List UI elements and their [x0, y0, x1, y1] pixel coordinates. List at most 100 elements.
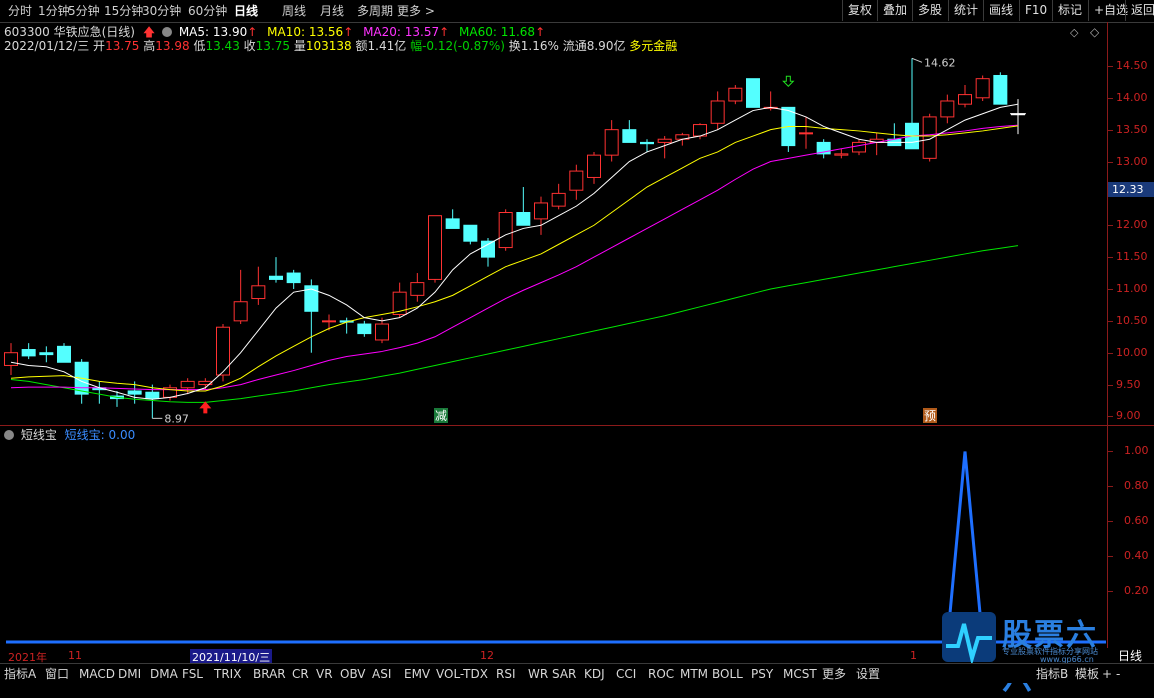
- indicator-tick-mark: [1108, 555, 1113, 557]
- indicator-tab-11[interactable]: ASI: [372, 666, 391, 682]
- candle[interactable]: [993, 72, 1008, 105]
- candle-body: [410, 282, 425, 296]
- candle[interactable]: [410, 273, 425, 302]
- candle[interactable]: [551, 183, 566, 210]
- candle[interactable]: [251, 266, 266, 305]
- period-tab-4[interactable]: 30分钟: [142, 3, 181, 19]
- bottom-right-control-2[interactable]: +: [1102, 666, 1112, 682]
- indicator-tab-5[interactable]: FSL: [182, 666, 203, 682]
- indicator-tab-25[interactable]: 设置: [856, 666, 880, 682]
- indicator-tab-10[interactable]: OBV: [340, 666, 366, 682]
- indicator-tab-0[interactable]: 指标A: [4, 666, 36, 682]
- candle[interactable]: [604, 120, 619, 162]
- toolbar-button-1[interactable]: 叠加: [877, 0, 912, 21]
- candle[interactable]: [375, 317, 389, 344]
- toolbar-button-5[interactable]: F10: [1019, 0, 1052, 21]
- period-tab-5[interactable]: 60分钟: [188, 3, 227, 19]
- indicator-tab-23[interactable]: MCST: [783, 666, 817, 682]
- indicator-tab-1[interactable]: 窗口: [45, 666, 69, 682]
- candle[interactable]: [869, 132, 884, 156]
- candle[interactable]: [498, 209, 513, 251]
- toolbar-button-0[interactable]: 复权: [842, 0, 877, 21]
- indicator-tab-15[interactable]: WR: [528, 666, 548, 682]
- toolbar-button-8[interactable]: 返回: [1125, 0, 1154, 21]
- candle[interactable]: [587, 151, 601, 184]
- period-tab-0[interactable]: 分时: [8, 3, 32, 19]
- candle-body: [551, 192, 566, 207]
- candle[interactable]: [286, 269, 301, 289]
- candle[interactable]: [57, 343, 71, 363]
- indicator-tab-18[interactable]: CCI: [616, 666, 636, 682]
- candle[interactable]: [339, 317, 354, 334]
- candle[interactable]: [852, 139, 866, 156]
- scroll-right-icon[interactable]: ◇: [1090, 25, 1099, 39]
- period-tab-10[interactable]: 更多 >: [397, 3, 435, 19]
- expand-diamond-icon[interactable]: ◇: [1070, 26, 1078, 39]
- indicator-tab-21[interactable]: BOLL: [712, 666, 743, 682]
- candle[interactable]: [975, 75, 990, 101]
- indicator-tab-4[interactable]: DMA: [150, 666, 178, 682]
- indicator-tick-4: 0.20: [1124, 583, 1149, 597]
- candle[interactable]: [622, 120, 637, 143]
- candle[interactable]: [516, 187, 531, 226]
- period-tab-1[interactable]: 1分钟: [38, 3, 70, 19]
- indicator-tab-7[interactable]: BRAR: [253, 666, 286, 682]
- candle[interactable]: [445, 209, 460, 229]
- indicator-tab-14[interactable]: RSI: [496, 666, 516, 682]
- bottom-right-control-3[interactable]: -: [1116, 666, 1120, 682]
- indicator-tab-22[interactable]: PSY: [751, 666, 773, 682]
- candle[interactable]: [534, 196, 548, 235]
- indicator-tab-6[interactable]: TRIX: [214, 666, 241, 682]
- candle[interactable]: [357, 320, 372, 337]
- candle[interactable]: [233, 269, 248, 325]
- bottom-right-control-1[interactable]: 模板: [1075, 666, 1099, 682]
- candle[interactable]: [940, 94, 955, 124]
- candle[interactable]: [799, 116, 813, 149]
- period-tab-6[interactable]: 日线: [234, 3, 258, 19]
- bottom-right-control-0[interactable]: 指标B: [1036, 666, 1068, 682]
- price-chart[interactable]: 14.62 8.97 减 预: [0, 50, 1108, 426]
- indicator-tab-9[interactable]: VR: [316, 666, 333, 682]
- candle[interactable]: [781, 106, 796, 152]
- candle[interactable]: [958, 85, 972, 108]
- indicator-tab-3[interactable]: DMI: [118, 666, 141, 682]
- indicator-tab-13[interactable]: VOL-TDX: [436, 666, 488, 682]
- candle[interactable]: [746, 78, 760, 108]
- indicator-tab-2[interactable]: MACD: [79, 666, 115, 682]
- bottom-right-control-4[interactable]: 日线: [1118, 648, 1142, 664]
- period-tab-3[interactable]: 15分钟: [104, 3, 143, 19]
- indicator-tab-24[interactable]: 更多: [822, 666, 846, 682]
- period-tab-7[interactable]: 周线: [282, 3, 306, 19]
- sell-signal-arrow-icon: [782, 75, 795, 87]
- candle[interactable]: [216, 324, 230, 382]
- toolbar-button-6[interactable]: 标记: [1052, 0, 1087, 21]
- candle[interactable]: [922, 113, 937, 162]
- candle[interactable]: [463, 224, 478, 245]
- indicator-tab-16[interactable]: SAR: [552, 666, 576, 682]
- candle[interactable]: [92, 381, 107, 404]
- period-tab-9[interactable]: 多周期: [357, 3, 393, 19]
- candle[interactable]: [569, 164, 584, 200]
- candle[interactable]: [269, 257, 283, 283]
- indicator-tab-12[interactable]: EMV: [404, 666, 430, 682]
- toolbar-button-2[interactable]: 多股: [912, 0, 947, 21]
- candle[interactable]: [834, 148, 849, 159]
- candle[interactable]: [428, 215, 442, 283]
- candle[interactable]: [4, 343, 18, 376]
- indicator-tab-17[interactable]: KDJ: [584, 666, 605, 682]
- toolbar-button-3[interactable]: 统计: [948, 0, 983, 21]
- candle-body: [657, 138, 672, 143]
- candle[interactable]: [728, 85, 743, 105]
- candle[interactable]: [710, 91, 725, 130]
- period-tab-2[interactable]: 5分钟: [68, 3, 100, 19]
- indicator-tab-20[interactable]: MTM: [680, 666, 708, 682]
- candle[interactable]: [21, 343, 36, 360]
- indicator-tab-19[interactable]: ROC: [648, 666, 674, 682]
- indicator-tab-8[interactable]: CR: [292, 666, 309, 682]
- period-tab-8[interactable]: 月线: [320, 3, 344, 19]
- price-tick-7: 11.00: [1116, 281, 1148, 295]
- candle[interactable]: [816, 139, 831, 159]
- candle[interactable]: [39, 346, 54, 363]
- collapse-icon[interactable]: [162, 27, 172, 37]
- toolbar-button-4[interactable]: 画线: [983, 0, 1018, 21]
